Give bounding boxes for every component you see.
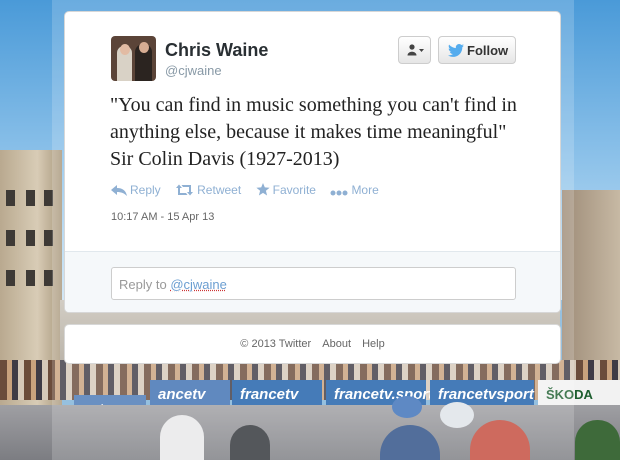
reply-area: Reply to @cjwaine — [65, 251, 560, 312]
tweet-actions: Reply Retweet Favorite More — [111, 181, 389, 199]
tweet-card: Chris Waine @cjwaine Follow "You can fin… — [64, 11, 561, 313]
cyclist — [575, 420, 620, 460]
more-action[interactable]: More — [330, 182, 379, 197]
retweet-label: Retweet — [197, 182, 242, 197]
user-actions-button[interactable] — [398, 36, 431, 64]
footer: © 2013 Twitter About Help — [64, 324, 561, 364]
reply-action[interactable]: Reply — [111, 183, 161, 197]
footer-copyright: © 2013 Twitter — [240, 338, 312, 350]
avatar[interactable] — [111, 36, 156, 81]
more-label: More — [351, 182, 379, 197]
reply-input[interactable]: Reply to @cjwaine — [111, 267, 516, 300]
tweet-timestamp[interactable]: 10:17 AM - 15 Apr 13 — [111, 211, 214, 223]
reply-label: Reply — [130, 182, 161, 197]
reply-mention: @cjwaine — [170, 277, 227, 292]
favorite-label: Favorite — [272, 182, 316, 197]
favorite-action[interactable]: Favorite — [256, 182, 316, 197]
follow-button[interactable]: Follow — [438, 36, 516, 64]
tweet-body: Chris Waine @cjwaine Follow "You can fin… — [65, 12, 560, 252]
retweet-action[interactable]: Retweet — [175, 183, 241, 197]
retweet-icon — [176, 184, 194, 196]
reply-icon — [111, 184, 127, 196]
follow-label: Follow — [467, 43, 509, 58]
footer-about-link[interactable]: About — [322, 338, 351, 350]
screen-name[interactable]: @cjwaine — [165, 63, 222, 78]
star-icon — [256, 182, 270, 196]
user-dropdown-icon — [407, 44, 424, 56]
tweet-text: "You can find in music something you can… — [110, 94, 517, 170]
display-name[interactable]: Chris Waine — [165, 40, 268, 61]
footer-help-link[interactable]: Help — [362, 338, 385, 350]
more-dots-icon — [330, 190, 348, 196]
reply-prefix: Reply to — [119, 277, 171, 292]
twitter-bird-icon — [448, 44, 464, 57]
